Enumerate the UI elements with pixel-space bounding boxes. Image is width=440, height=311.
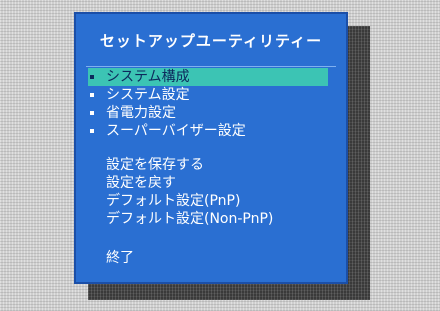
- main-menu: システム構成 システム設定 省電力設定 スーパーバイザー設定: [88, 68, 328, 140]
- bullet-icon: [90, 93, 94, 97]
- bullet-icon: [90, 111, 94, 115]
- menu-item-power-settings[interactable]: 省電力設定: [88, 104, 328, 122]
- menu-item-label: システム構成: [106, 69, 190, 85]
- exit-option[interactable]: 終了: [106, 249, 134, 267]
- save-settings-option[interactable]: 設定を保存する: [106, 156, 273, 174]
- revert-settings-option[interactable]: 設定を戻す: [106, 174, 273, 192]
- menu-item-system-config[interactable]: システム構成: [88, 68, 328, 86]
- action-list: 設定を保存する 設定を戻す デフォルト設定(PnP) デフォルト設定(Non-P…: [106, 156, 273, 228]
- dialog-title: セットアップユーティリティー: [99, 31, 323, 50]
- bullet-icon: [90, 129, 94, 133]
- menu-item-label: 省電力設定: [106, 105, 176, 121]
- title-divider: [86, 66, 336, 67]
- menu-item-label: システム設定: [106, 87, 190, 103]
- setup-utility-dialog: セットアップユーティリティー システム構成 システム設定 省電力設定 スーパーバ…: [74, 12, 348, 284]
- default-pnp-option[interactable]: デフォルト設定(PnP): [106, 192, 273, 210]
- menu-item-label: スーパーバイザー設定: [106, 123, 246, 139]
- default-non-pnp-option[interactable]: デフォルト設定(Non-PnP): [106, 210, 273, 228]
- bullet-icon: [90, 75, 94, 79]
- menu-item-system-settings[interactable]: システム設定: [88, 86, 328, 104]
- menu-item-supervisor-settings[interactable]: スーパーバイザー設定: [88, 122, 328, 140]
